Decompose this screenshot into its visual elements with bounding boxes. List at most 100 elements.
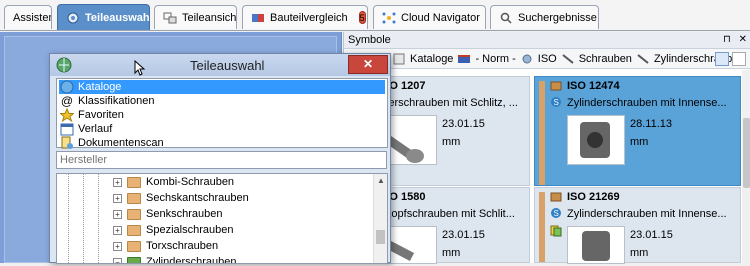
svg-text:S: S	[554, 98, 559, 107]
breadcrumb: Kataloge - Norm - ISO Schrauben Zylinder…	[344, 49, 750, 69]
tree-node-kombi-schrauben[interactable]: + Kombi-Schrauben	[113, 174, 234, 190]
symbols-panel: Symbole ⊓ ✕ Kataloge - Norm - ISO Schrau…	[343, 32, 750, 264]
nav-label: Dokumentenscan	[78, 137, 164, 149]
tab-label: Cloud Navigator	[401, 11, 480, 24]
tab-label: Bauteilvergleich	[270, 11, 348, 24]
nav-item-kataloge[interactable]: Kataloge	[59, 80, 385, 94]
screw-icon	[562, 53, 574, 64]
tree-node-torxschrauben[interactable]: + Torxschrauben	[113, 238, 218, 254]
tab-cloud-navigator[interactable]: Cloud Navigator	[373, 5, 486, 29]
part-date: 23.01.15	[442, 118, 485, 130]
dialog-close-button[interactable]: ✕	[348, 55, 388, 74]
package-icon	[550, 81, 562, 91]
symbols-panel-header: Symbole ⊓ ✕	[344, 32, 750, 49]
tree-label: Senkschrauben	[146, 208, 223, 220]
tab-bar: Assistent Teileauswahl Teileansicht Baut…	[0, 0, 750, 31]
compare-icon	[252, 13, 264, 22]
close-icon[interactable]: ✕	[739, 34, 747, 45]
search-icon	[500, 12, 512, 24]
grid-view-icon[interactable]	[715, 52, 729, 66]
breadcrumb-schrauben[interactable]: Schrauben	[579, 53, 632, 65]
gear-icon	[67, 12, 79, 23]
compare-count-badge: 5	[358, 11, 366, 24]
part-title: ISO 21269	[567, 191, 620, 203]
breadcrumb-iso[interactable]: ISO	[538, 53, 557, 65]
teileauswahl-dialog: Teileauswahl ✕ Kataloge @ Klassifikation…	[49, 53, 391, 264]
tab-label: Suchergebnisse	[518, 11, 597, 24]
part-unit: mm	[442, 136, 461, 148]
manufacturer-search-input[interactable]	[56, 151, 387, 169]
mouse-cursor-icon	[134, 60, 146, 76]
tree-scrollbar[interactable]: ▲	[373, 174, 387, 263]
tree-node-sechskantschrauben[interactable]: + Sechskantschrauben	[113, 190, 249, 206]
calendar-icon	[60, 123, 74, 136]
folder-icon	[127, 240, 141, 252]
standard-icon: S	[551, 97, 561, 107]
status-stripe	[539, 192, 545, 262]
catalog-tree: + Kombi-Schrauben + Sechskantschrauben + Se…	[56, 173, 388, 264]
document-icon	[550, 225, 562, 237]
list-view-icon[interactable]	[732, 52, 746, 66]
part-description: Zylinderschrauben mit Innense...	[567, 97, 727, 109]
norm-flag-icon	[458, 54, 471, 63]
part-unit: mm	[630, 247, 649, 259]
catalog-icon	[393, 53, 405, 64]
navigation-list: Kataloge @ Klassifikationen Favoriten Ve…	[56, 78, 388, 150]
part-unit: mm	[630, 136, 649, 148]
part-card-iso-12474[interactable]: S ISO 12474 Zylinderschrauben mit Innens…	[534, 76, 741, 186]
at-icon: @	[60, 94, 74, 108]
tree-label: Torxschrauben	[146, 240, 219, 252]
nav-label: Klassifikationen	[78, 95, 155, 107]
tab-label: Teileansicht	[182, 11, 237, 24]
nav-label: Favoriten	[78, 109, 124, 121]
folder-icon	[127, 208, 141, 220]
breadcrumb-zylinderschrauben[interactable]: Zylinderschrauben	[654, 53, 745, 65]
socket-screw-image	[567, 226, 625, 264]
part-date: 23.01.15	[442, 229, 485, 241]
tab-assistent[interactable]: Assistent	[4, 5, 52, 29]
folder-icon	[127, 192, 141, 204]
part-date: 23.01.15	[630, 229, 673, 241]
screw-icon	[637, 53, 649, 64]
tree-node-spezialschrauben[interactable]: + Spezialschrauben	[113, 222, 233, 238]
breadcrumb-norm[interactable]: - Norm -	[475, 53, 515, 65]
dialog-title: Teileauswahl	[190, 58, 265, 73]
tree-label: Spezialschrauben	[146, 224, 234, 236]
dialog-titlebar[interactable]: Teileauswahl ✕	[50, 54, 390, 76]
star-icon	[60, 108, 74, 122]
tab-teileansicht[interactable]: Teileansicht	[154, 5, 237, 29]
nav-label: Verlauf	[78, 123, 113, 135]
app-globe-icon	[56, 57, 72, 73]
parts-view-icon	[163, 12, 177, 23]
cloud-navigator-icon	[382, 12, 396, 23]
package-icon	[550, 192, 562, 202]
document-scan-icon	[61, 136, 73, 149]
folder-icon	[127, 224, 141, 236]
nav-item-favoriten[interactable]: Favoriten	[59, 108, 385, 122]
tree-label: Sechskantschrauben	[146, 192, 249, 204]
nav-item-klassifikationen[interactable]: @ Klassifikationen	[59, 94, 385, 108]
iso-icon	[522, 54, 532, 63]
symbols-panel-title: Symbole	[348, 34, 391, 46]
tab-suchergebnisse[interactable]: Suchergebnisse	[490, 5, 599, 29]
part-description: Zylinderschrauben mit Innense...	[567, 208, 727, 220]
tab-teileauswahl[interactable]: Teileauswahl	[57, 4, 150, 30]
svg-text:S: S	[554, 209, 559, 218]
socket-screw-image	[567, 115, 625, 165]
part-card-iso-21269[interactable]: S ISO 21269 Zylinderschrauben mit Innens…	[534, 187, 741, 264]
tree-label: Kombi-Schrauben	[146, 176, 235, 188]
nav-item-dokumentenscan[interactable]: Dokumentenscan	[59, 136, 385, 150]
tab-bauteilvergleich[interactable]: Bauteilvergleich 5	[242, 5, 368, 29]
breadcrumb-kataloge[interactable]: Kataloge	[410, 53, 453, 65]
symbols-scrollbar[interactable]	[742, 70, 750, 263]
folder-icon	[127, 176, 141, 188]
nav-item-verlauf[interactable]: Verlauf	[59, 122, 385, 136]
standard-icon: S	[551, 208, 561, 218]
pin-icon[interactable]: ⊓	[723, 34, 731, 45]
part-unit: mm	[442, 247, 461, 259]
tab-label: Teileauswahl	[85, 11, 150, 24]
globe-icon	[60, 80, 74, 94]
tree-node-senkschrauben[interactable]: + Senkschrauben	[113, 206, 222, 222]
part-date: 28.11.13	[630, 118, 673, 130]
nav-label: Kataloge	[78, 81, 122, 93]
